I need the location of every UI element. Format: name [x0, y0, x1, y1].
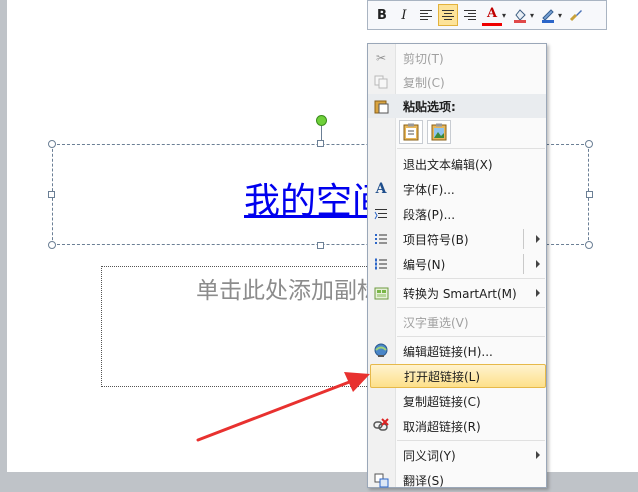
annotation-arrow	[196, 372, 370, 442]
